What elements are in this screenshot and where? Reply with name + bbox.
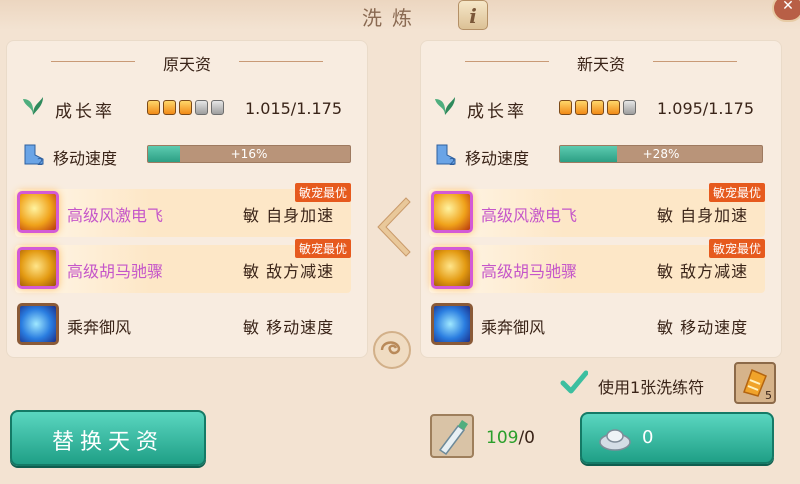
- skill-desc: 敏 敌方减速: [657, 262, 749, 281]
- growth-value: 1.095/1.175: [657, 99, 754, 118]
- growth-stars: [559, 100, 636, 115]
- golden-horse-skill-icon: [431, 247, 473, 289]
- skill-desc: 敏 敌方减速: [243, 262, 335, 281]
- leaf-icon: [435, 97, 455, 115]
- skill-desc: 敏 移动速度: [657, 318, 749, 337]
- blue-wind-skill-icon: [17, 303, 59, 345]
- skill-row[interactable]: 乘奔御风 敏 移动速度: [15, 301, 351, 349]
- speed-bar: +16%: [147, 145, 351, 163]
- checkmark-icon[interactable]: [560, 369, 588, 397]
- golden-wind-skill-icon: [17, 191, 59, 233]
- skill-name: 高级风激电飞: [481, 206, 578, 225]
- growth-stars: [147, 100, 224, 115]
- svg-text:2: 2: [449, 157, 455, 167]
- leaf-icon: [23, 97, 43, 115]
- boot-icon: 2: [24, 144, 44, 167]
- star-filled-icon: [559, 100, 572, 115]
- silver-ingot-icon: [599, 429, 631, 451]
- star-filled-icon: [147, 100, 160, 115]
- speed-label: 移动速度: [53, 149, 118, 168]
- growth-label: 成长率: [55, 102, 115, 122]
- svg-text:2: 2: [37, 157, 43, 167]
- speed-bar: +28%: [559, 145, 763, 163]
- skill-row[interactable]: 高级胡马驰骤 敏 敌方减速 敏宠最优: [15, 239, 351, 293]
- star-filled-icon: [607, 100, 620, 115]
- skill-row[interactable]: 高级风激电飞 敏 自身加速 敏宠最优: [429, 183, 765, 237]
- growth-label: 成长率: [467, 102, 527, 122]
- swirl-emblem-icon: [373, 331, 411, 369]
- skill-name: 高级胡马驰骤: [67, 262, 164, 281]
- info-icon[interactable]: i: [458, 0, 488, 30]
- use-rune-label[interactable]: 使用1张洗练符: [598, 374, 704, 398]
- skill-desc: 敏 自身加速: [657, 206, 749, 225]
- dialog-title: 洗炼: [362, 6, 422, 30]
- skill-name: 高级胡马驰骤: [481, 262, 578, 281]
- silver-cost: 0: [642, 427, 654, 448]
- skill-desc: 敏 自身加速: [243, 206, 335, 225]
- growth-value: 1.015/1.175: [245, 99, 342, 118]
- wash-cost-button[interactable]: 0: [580, 412, 774, 464]
- best-badge: 敏宠最优: [708, 183, 765, 202]
- wash-rune-item[interactable]: 5: [734, 362, 776, 404]
- rune-count: 5: [765, 389, 772, 402]
- star-filled-icon: [163, 100, 176, 115]
- star-empty-icon: [195, 100, 208, 115]
- wash-dialog: 洗炼 i ✕ 原天资 成长率 1.015/1.175 2 移动速度 +16% 高…: [0, 0, 800, 484]
- blue-wind-skill-icon: [431, 303, 473, 345]
- skill-row[interactable]: 高级风激电飞 敏 自身加速 敏宠最优: [15, 183, 351, 237]
- header-divider-right: [653, 61, 737, 62]
- star-filled-icon: [591, 100, 604, 115]
- original-aptitude-panel: 原天资 成长率 1.015/1.175 2 移动速度 +16% 高级风激电飞 敏…: [6, 40, 368, 358]
- golden-wind-skill-icon: [431, 191, 473, 233]
- new-aptitude-panel: 新天资 成长率 1.095/1.175 2 移动速度 +28% 高级风激电飞 敏…: [420, 40, 782, 358]
- star-empty-icon: [211, 100, 224, 115]
- skill-name: 乘奔御风: [67, 318, 132, 337]
- best-badge: 敏宠最优: [708, 239, 765, 258]
- skill-row[interactable]: 高级胡马驰骤 敏 敌方减速 敏宠最优: [429, 239, 765, 293]
- panel-title: 新天资: [576, 55, 625, 74]
- replace-button-label: 替换天资: [51, 430, 164, 455]
- star-filled-icon: [179, 100, 192, 115]
- skill-name: 乘奔御风: [481, 318, 546, 337]
- header-divider-right: [239, 61, 323, 62]
- potion-needed: /0: [518, 428, 535, 448]
- star-filled-icon: [575, 100, 588, 115]
- star-empty-icon: [623, 100, 636, 115]
- best-badge: 敏宠最优: [294, 183, 351, 202]
- chevron-left-icon[interactable]: [372, 196, 412, 258]
- best-badge: 敏宠最优: [294, 239, 351, 258]
- skill-row[interactable]: 乘奔御风 敏 移动速度: [429, 301, 765, 349]
- panel-title: 原天资: [162, 55, 211, 74]
- golden-horse-skill-icon: [17, 247, 59, 289]
- potion-count: 109/0: [486, 428, 535, 448]
- skill-desc: 敏 移动速度: [243, 318, 335, 337]
- potion-bottle-icon: [438, 420, 468, 456]
- speed-bar-text: +28%: [642, 147, 680, 161]
- close-icon[interactable]: ✕: [772, 0, 800, 22]
- skill-name: 高级风激电飞: [67, 206, 164, 225]
- boot-icon: 2: [436, 144, 456, 167]
- replace-aptitude-button[interactable]: 替换天资: [10, 410, 206, 466]
- speed-bar-text: +16%: [230, 147, 268, 161]
- speed-label: 移动速度: [465, 149, 530, 168]
- potion-owned: 109: [486, 428, 519, 448]
- wash-potion-item[interactable]: [430, 414, 474, 458]
